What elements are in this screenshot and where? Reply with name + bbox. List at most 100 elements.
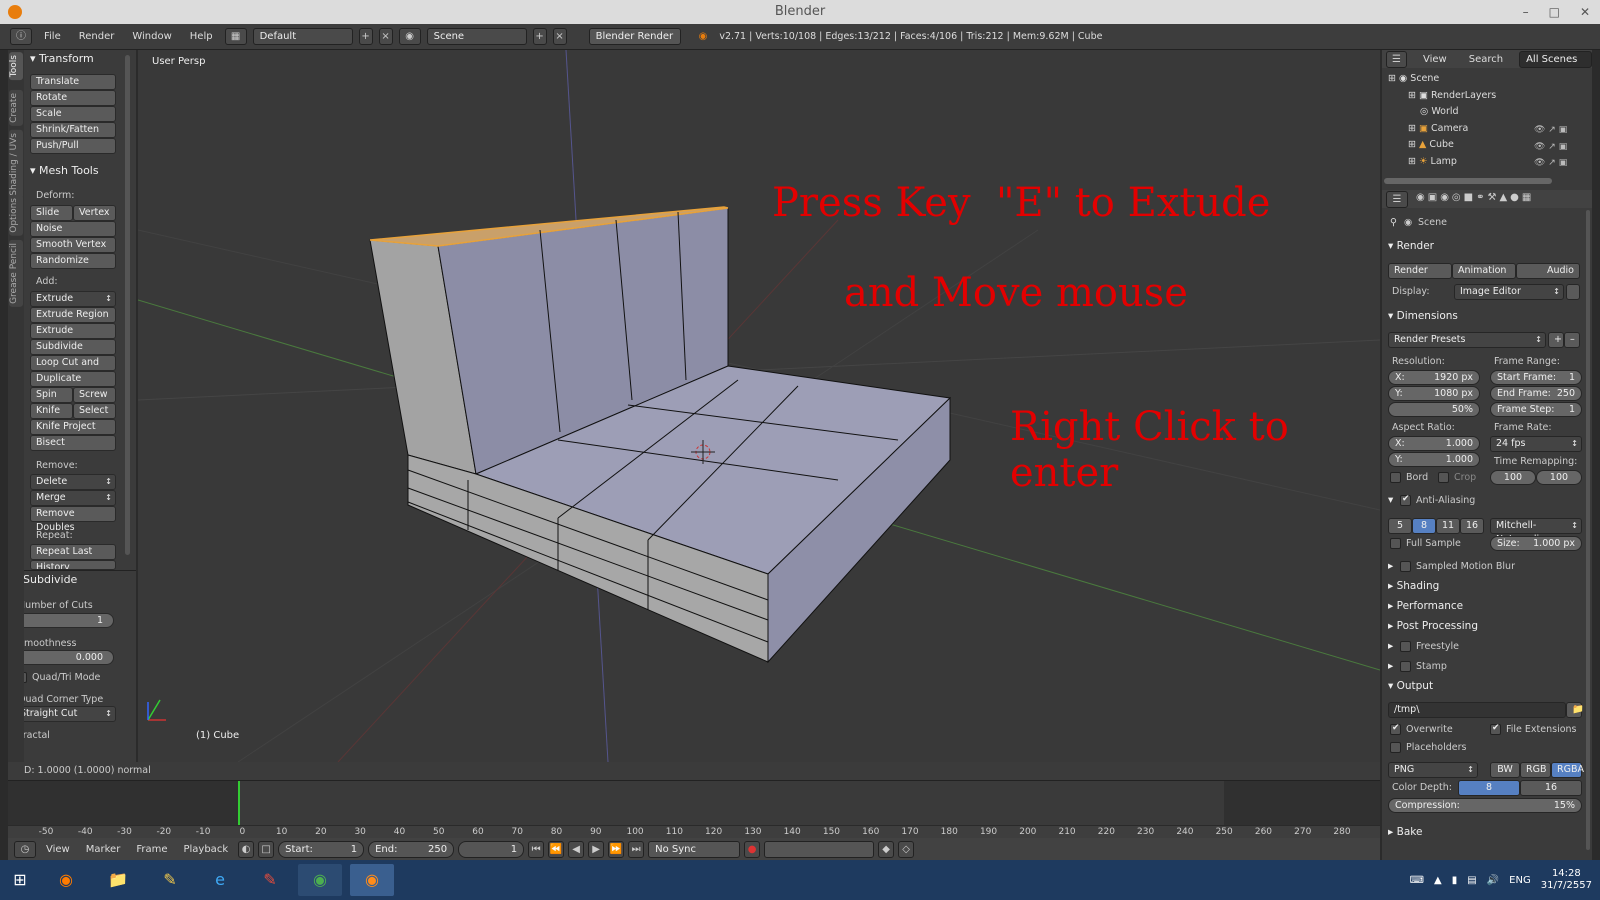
outliner-item-lamp[interactable]: ⊞ ☀ Lamp bbox=[1388, 154, 1496, 171]
scene-field[interactable]: Scene bbox=[426, 28, 527, 45]
num-cuts-field[interactable]: 1 bbox=[24, 613, 114, 628]
knife-button[interactable]: Knife bbox=[30, 403, 73, 419]
aa-16-button[interactable]: 16 bbox=[1460, 518, 1484, 534]
end-frame-field[interactable]: End: 250 bbox=[368, 840, 455, 858]
jump-start-icon[interactable]: ⏮ bbox=[528, 840, 545, 858]
tab-create[interactable]: Create bbox=[9, 90, 23, 126]
add-preset-button[interactable]: + bbox=[1548, 332, 1564, 348]
push-pull-button[interactable]: Push/Pull bbox=[30, 138, 116, 154]
timeline-editor[interactable]: -50 -40 -30 -20 -10 0 10 20 30 40 50 60 70 80 90 100 110… bbox=[8, 780, 1380, 839]
tab-tools[interactable]: Tools bbox=[9, 52, 23, 81]
audio-button[interactable]: Audio bbox=[1516, 263, 1580, 279]
extrude-select[interactable]: Extrude bbox=[30, 291, 116, 307]
language-indicator[interactable]: ENG bbox=[1509, 875, 1531, 886]
placeholders-checkbox[interactable] bbox=[1390, 742, 1401, 753]
toolshelf-scrollbar[interactable] bbox=[125, 55, 130, 555]
stamp-checkbox[interactable] bbox=[1400, 661, 1411, 672]
post-processing-panel-header[interactable]: ▸ Post Processing bbox=[1388, 620, 1478, 632]
keyboard-icon[interactable]: ⌨ bbox=[1410, 875, 1424, 886]
timeline-menu-frame[interactable]: Frame bbox=[130, 844, 173, 855]
menu-render[interactable]: Render bbox=[73, 31, 121, 42]
outliner-editor-icon[interactable]: ☰ bbox=[1386, 50, 1407, 68]
remap-new-field[interactable]: 100 bbox=[1536, 470, 1582, 485]
folder-icon[interactable]: 📁 bbox=[1566, 702, 1584, 718]
maximize-button[interactable]: □ bbox=[1549, 0, 1560, 24]
crop-checkbox[interactable] bbox=[1438, 472, 1449, 483]
smoothness-field[interactable]: 0.000 bbox=[24, 650, 114, 665]
outliner-item-scene[interactable]: ⊞ ◉ Scene bbox=[1388, 71, 1496, 88]
timeline-editor-icon[interactable]: ◷ bbox=[14, 840, 36, 858]
res-y-field[interactable]: Y: 1080 px bbox=[1388, 386, 1480, 401]
animation-button[interactable]: Animation bbox=[1452, 263, 1516, 279]
motion-blur-checkbox[interactable] bbox=[1400, 561, 1411, 572]
rotate-button[interactable]: Rotate bbox=[30, 90, 116, 106]
auto-keying-icon[interactable]: ◐ bbox=[238, 840, 255, 858]
outliner-search-menu[interactable]: Search bbox=[1463, 54, 1509, 65]
output-panel-header[interactable]: ▾ Output bbox=[1388, 680, 1433, 692]
slide-vertex-button[interactable]: Vertex bbox=[73, 205, 116, 221]
render-panel-header[interactable]: ▾ Render bbox=[1388, 240, 1434, 252]
remap-old-field[interactable]: 100 bbox=[1490, 470, 1536, 485]
battery-icon[interactable]: ▮ bbox=[1452, 875, 1458, 886]
outliner-item-world[interactable]: ◎ World bbox=[1388, 104, 1496, 121]
file-explorer-icon[interactable]: 📁 bbox=[96, 864, 140, 896]
outliner-item-camera[interactable]: ⊞ ▣ Camera bbox=[1388, 121, 1496, 138]
overwrite-checkbox[interactable] bbox=[1390, 723, 1401, 735]
timeline-menu-playback[interactable]: Playback bbox=[177, 844, 234, 855]
subdivide-button[interactable]: Subdivide bbox=[30, 339, 116, 355]
render-engine-select[interactable]: Blender Render bbox=[588, 28, 681, 45]
play-icon[interactable]: ▶ bbox=[588, 840, 605, 858]
aa-size-field[interactable]: Size: 1.000 px bbox=[1490, 536, 1582, 551]
next-key-icon[interactable]: ⏩ bbox=[608, 840, 625, 858]
outliner-view-menu[interactable]: View bbox=[1417, 54, 1453, 65]
performance-panel-header[interactable]: ▸ Performance bbox=[1388, 600, 1463, 612]
shading-panel-header[interactable]: ▸ Shading bbox=[1388, 580, 1439, 592]
repeat-last-button[interactable]: Repeat Last bbox=[30, 544, 116, 560]
rgb-button[interactable]: RGB bbox=[1520, 762, 1551, 778]
visibility-eye-icon[interactable]: 👁 ↗ ▣ bbox=[1534, 155, 1567, 172]
visibility-eye-icon[interactable]: 👁 ↗ ▣ bbox=[1534, 122, 1567, 139]
editor-type-icon[interactable]: ⓘ bbox=[10, 28, 32, 45]
merge-select[interactable]: Merge bbox=[30, 490, 116, 506]
subdivide-operator-header[interactable]: ▾ Subdivide bbox=[24, 571, 136, 589]
full-sample-checkbox[interactable] bbox=[1390, 538, 1401, 549]
paint-icon[interactable]: ✎ bbox=[248, 864, 292, 896]
screw-button[interactable]: Screw bbox=[73, 387, 116, 403]
keying-set-field[interactable] bbox=[764, 840, 875, 858]
layers-tab-icon[interactable]: ▣ bbox=[1428, 192, 1437, 203]
current-frame-field[interactable]: 1 bbox=[458, 840, 525, 858]
aspect-x-field[interactable]: X: 1.000 bbox=[1388, 436, 1480, 451]
prev-key-icon[interactable]: ⏪ bbox=[548, 840, 565, 858]
menu-window[interactable]: Window bbox=[126, 31, 177, 42]
chrome-icon[interactable]: ◉ bbox=[298, 864, 342, 896]
play-reverse-icon[interactable]: ◀ bbox=[568, 840, 585, 858]
jump-end-icon[interactable]: ⏭ bbox=[628, 840, 645, 858]
smooth-vertex-button[interactable]: Smooth Vertex bbox=[30, 237, 116, 253]
compression-field[interactable]: Compression: 15% bbox=[1388, 798, 1582, 813]
object-tab-icon[interactable]: ■ bbox=[1464, 192, 1473, 203]
clock[interactable]: 14:28 31/7/2557 bbox=[1541, 868, 1592, 892]
start-frame-field[interactable]: Start: 1 bbox=[278, 840, 365, 858]
file-extensions-checkbox[interactable] bbox=[1490, 723, 1501, 735]
render-tab-icon[interactable]: ◉ bbox=[1416, 192, 1425, 203]
menu-file[interactable]: File bbox=[38, 31, 67, 42]
constraints-tab-icon[interactable]: ⚭ bbox=[1476, 192, 1484, 203]
display-select[interactable]: Image Editor bbox=[1454, 284, 1564, 300]
notepad-icon[interactable]: ✎ bbox=[148, 864, 192, 896]
timeline-ruler[interactable]: -50 -40 -30 -20 -10 0 10 20 30 40 50 60 70 80 90 100 110… bbox=[8, 825, 1380, 839]
firefox-icon[interactable]: ◉ bbox=[44, 864, 88, 896]
close-button[interactable]: ✕ bbox=[1580, 0, 1590, 24]
outliner-scrollbar[interactable] bbox=[1384, 178, 1552, 184]
aa-filter-select[interactable]: Mitchell-Netravali bbox=[1490, 518, 1582, 545]
quadtri-checkbox[interactable] bbox=[24, 672, 27, 683]
aspect-y-field[interactable]: Y: 1.000 bbox=[1388, 452, 1480, 467]
pin-icon[interactable]: ⚲ bbox=[1390, 217, 1397, 228]
res-percent-field[interactable]: 50% bbox=[1388, 402, 1480, 417]
properties-editor-icon[interactable]: ☰ bbox=[1386, 191, 1408, 208]
render-button[interactable]: Render bbox=[1388, 263, 1452, 279]
rgba-button[interactable]: RGBA bbox=[1551, 762, 1584, 778]
world-tab-icon[interactable]: ◎ bbox=[1452, 192, 1461, 203]
freestyle-checkbox[interactable] bbox=[1400, 641, 1411, 652]
minimize-button[interactable]: – bbox=[1523, 0, 1529, 24]
tab-options[interactable]: Options bbox=[9, 195, 23, 236]
